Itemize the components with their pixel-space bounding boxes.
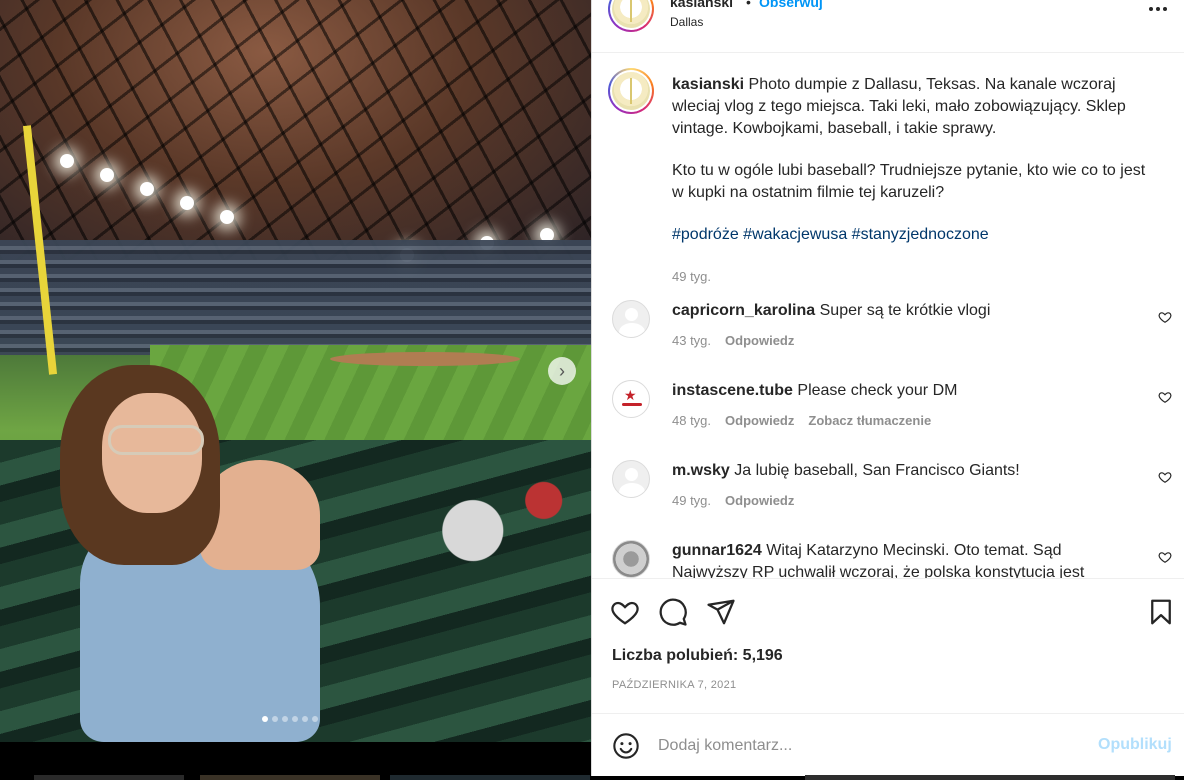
comment-username[interactable]: gunnar1624	[672, 542, 762, 559]
caption-text-question: Kto tu w ogóle lubi baseball? Trudniejsz…	[672, 162, 1146, 201]
carousel-dots	[262, 716, 318, 722]
comment-time: 48 tyg.	[672, 413, 712, 428]
emoji-icon[interactable]	[612, 732, 640, 760]
comment-username[interactable]: capricorn_karolina	[672, 302, 815, 319]
carousel-dot[interactable]	[312, 716, 318, 722]
comment-username[interactable]: m.wsky	[672, 462, 730, 479]
comment-item: gunnar1624 Witaj Katarzyno Mecinski. Oto…	[608, 540, 1172, 578]
carousel-dot[interactable]	[262, 716, 268, 722]
heart-icon[interactable]	[1158, 470, 1172, 484]
bookmark-icon[interactable]	[1146, 597, 1176, 627]
carousel-dot[interactable]	[272, 716, 278, 722]
reply-button[interactable]: Odpowiedz	[725, 413, 794, 428]
avatar[interactable]	[612, 460, 650, 498]
comment-text: Please check your DM	[797, 382, 958, 399]
more-icon[interactable]	[1146, 0, 1170, 18]
comments-list[interactable]: kasianski Photo dumpie z Dallasu, Teksas…	[592, 54, 1184, 578]
publish-button[interactable]: Opublikuj	[1098, 736, 1172, 754]
reply-button[interactable]: Odpowiedz	[725, 493, 794, 508]
caption-username[interactable]: kasianski	[672, 76, 744, 93]
separator-dot: •	[746, 0, 751, 10]
post-date: PAŹDZIERNIKA 7, 2021	[612, 679, 737, 691]
follow-button[interactable]: Obserwuj	[759, 0, 823, 10]
carousel-dot[interactable]	[282, 716, 288, 722]
comment-time: 49 tyg.	[672, 493, 712, 508]
comment-item: m.wsky Ja lubię baseball, San Francisco …	[608, 460, 1172, 530]
heart-icon[interactable]	[1158, 310, 1172, 324]
likes-count[interactable]: Liczba polubień: 5,196	[612, 647, 783, 665]
carousel-next-button[interactable]: ›	[548, 357, 576, 385]
avatar[interactable]: ★	[612, 380, 650, 418]
post-panel: kasianski • Obserwuj Dallas kasianski Ph…	[591, 0, 1184, 776]
location-link[interactable]: Dallas	[670, 15, 703, 29]
comment-text: Super są te krótkie vlogi	[819, 302, 991, 319]
comment-username[interactable]: instascene.tube	[672, 382, 793, 399]
avatar[interactable]	[612, 300, 650, 338]
post-photo[interactable]: ›	[0, 0, 591, 742]
carousel-dot[interactable]	[292, 716, 298, 722]
heart-icon[interactable]	[1158, 550, 1172, 564]
share-icon[interactable]	[706, 597, 736, 627]
comment-input[interactable]	[658, 734, 1078, 758]
author-username[interactable]: kasianski	[670, 0, 733, 10]
comment-icon[interactable]	[658, 597, 688, 627]
comment-item: ★ instascene.tube Please check your DM 4…	[608, 380, 1172, 450]
heart-icon[interactable]	[610, 597, 640, 627]
caption-hashtags[interactable]: #podróże #wakacjewusa #stanyzjednoczone	[672, 224, 1152, 246]
instagram-post-view: › kasianski • Obserwuj Dallas kasianski …	[0, 0, 1184, 780]
heart-icon[interactable]	[1158, 390, 1172, 404]
caption-avatar[interactable]	[608, 68, 654, 114]
post-actions: Liczba polubień: 5,196 PAŹDZIERNIKA 7, 2…	[592, 578, 1184, 713]
comment-time: 43 tyg.	[672, 333, 712, 348]
add-comment-bar: Opublikuj	[592, 713, 1184, 776]
chevron-right-icon: ›	[559, 361, 565, 381]
comment-item: capricorn_karolina Super są te krótkie v…	[608, 300, 1172, 370]
caption-time: 49 tyg.	[672, 269, 712, 284]
avatar[interactable]	[612, 540, 650, 578]
comment-text: Ja lubię baseball, San Francisco Giants!	[734, 462, 1020, 479]
post-header: kasianski • Obserwuj Dallas	[592, 0, 1184, 53]
carousel-dot[interactable]	[302, 716, 308, 722]
author-avatar[interactable]	[608, 0, 654, 32]
translate-button[interactable]: Zobacz tłumaczenie	[808, 413, 931, 428]
reply-button[interactable]: Odpowiedz	[725, 333, 794, 348]
